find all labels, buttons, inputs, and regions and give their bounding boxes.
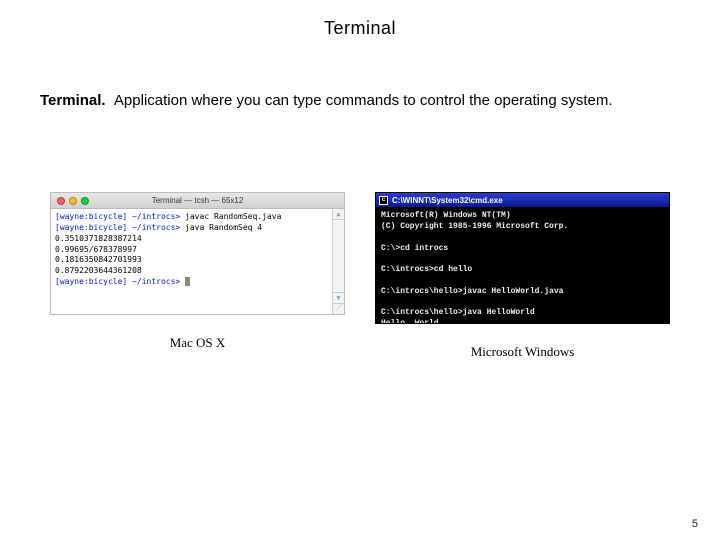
- mac-window-title: Terminal — tcsh — 65x12: [51, 196, 344, 205]
- mac-cmd: javac RandomSeq.java: [180, 212, 281, 221]
- definition-term: Terminal: [40, 92, 106, 109]
- mac-output: 0.8792203644361208: [55, 266, 142, 275]
- definition-text: Application where you can type commands …: [114, 92, 613, 109]
- windows-column: c C:\WINNT\System32\cmd.exe Microsoft(R)…: [375, 192, 670, 360]
- screenshot-row: Terminal — tcsh — 65x12 [wayne:bicycle] …: [40, 192, 680, 360]
- cmd-line: C:\>cd introcs: [381, 244, 448, 253]
- cursor-icon: [185, 277, 190, 286]
- windows-caption: Microsoft Windows: [471, 344, 575, 360]
- slide-body: Terminal Application where you can type …: [0, 39, 720, 360]
- cmd-line: C:\introcs\hello>javac HelloWorld.java: [381, 287, 563, 296]
- mac-cmd: java RandomSeq 4: [180, 223, 262, 232]
- windows-cmd-window: c C:\WINNT\System32\cmd.exe Microsoft(R)…: [375, 192, 670, 324]
- mac-caption: Mac OS X: [170, 335, 226, 351]
- slide-title: Terminal: [0, 0, 720, 39]
- resize-grip-icon: ⋰: [333, 303, 344, 314]
- page-number: 5: [692, 518, 698, 530]
- scroll-up-icon: ▲: [333, 209, 344, 220]
- cmd-line: C:\introcs\hello>java HelloWorld: [381, 308, 535, 317]
- mac-terminal-body: [wayne:bicycle] ~/introcs> javac RandomS…: [51, 209, 344, 314]
- windows-window-title: C:\WINNT\System32\cmd.exe: [392, 196, 503, 205]
- cmd-line: Microsoft(R) Windows NT(TM): [381, 211, 511, 220]
- definition: Terminal Application where you can type …: [40, 89, 680, 112]
- mac-output: 0.3510371828387214: [55, 234, 142, 243]
- mac-output: 0.1816350842701993: [55, 255, 142, 264]
- windows-cmd-body: Microsoft(R) Windows NT(TM) (C) Copyrigh…: [376, 207, 669, 323]
- cmd-icon: c: [379, 196, 388, 205]
- mac-column: Terminal — tcsh — 65x12 [wayne:bicycle] …: [50, 192, 345, 360]
- mac-prompt: [wayne:bicycle] ~/introcs>: [55, 223, 180, 232]
- mac-output: 0.99695/678378997: [55, 245, 137, 254]
- scroll-down-icon: ▼: [333, 292, 344, 303]
- mac-prompt: [wayne:bicycle] ~/introcs>: [55, 212, 180, 221]
- mac-prompt: [wayne:bicycle] ~/introcs>: [55, 277, 180, 286]
- cmd-line: (C) Copyright 1985-1996 Microsoft Corp.: [381, 222, 568, 231]
- cmd-output: Hello, World: [381, 319, 439, 323]
- mac-titlebar: Terminal — tcsh — 65x12: [51, 193, 344, 209]
- mac-terminal-window: Terminal — tcsh — 65x12 [wayne:bicycle] …: [50, 192, 345, 315]
- cmd-line: C:\introcs>cd hello: [381, 265, 472, 274]
- windows-titlebar: c C:\WINNT\System32\cmd.exe: [376, 193, 669, 207]
- scrollbar: ▲ ▼ ⋰: [332, 209, 344, 314]
